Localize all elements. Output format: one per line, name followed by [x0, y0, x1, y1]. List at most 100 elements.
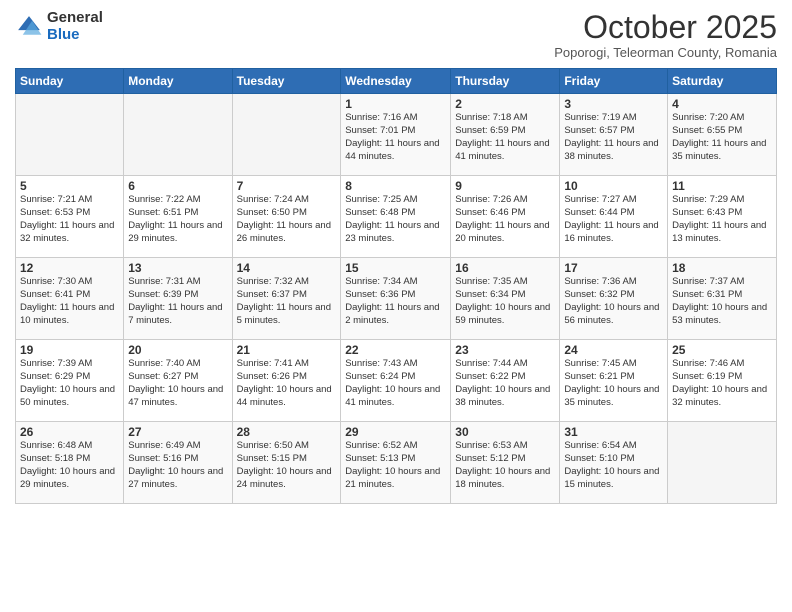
calendar-cell: 12Sunrise: 7:30 AM Sunset: 6:41 PM Dayli…	[16, 258, 124, 340]
calendar-cell: 2Sunrise: 7:18 AM Sunset: 6:59 PM Daylig…	[451, 94, 560, 176]
day-info: Sunrise: 7:44 AM Sunset: 6:22 PM Dayligh…	[455, 358, 555, 409]
calendar-cell: 16Sunrise: 7:35 AM Sunset: 6:34 PM Dayli…	[451, 258, 560, 340]
calendar-cell: 7Sunrise: 7:24 AM Sunset: 6:50 PM Daylig…	[232, 176, 341, 258]
day-info: Sunrise: 7:19 AM Sunset: 6:57 PM Dayligh…	[564, 112, 663, 163]
day-info: Sunrise: 7:32 AM Sunset: 6:37 PM Dayligh…	[237, 276, 337, 327]
day-info: Sunrise: 7:39 AM Sunset: 6:29 PM Dayligh…	[20, 358, 119, 409]
calendar-cell: 8Sunrise: 7:25 AM Sunset: 6:48 PM Daylig…	[341, 176, 451, 258]
day-number: 31	[564, 425, 663, 439]
calendar-cell: 22Sunrise: 7:43 AM Sunset: 6:24 PM Dayli…	[341, 340, 451, 422]
day-number: 10	[564, 179, 663, 193]
day-number: 7	[237, 179, 337, 193]
day-info: Sunrise: 7:26 AM Sunset: 6:46 PM Dayligh…	[455, 194, 555, 245]
page-header: General Blue October 2025 Poporogi, Tele…	[15, 10, 777, 60]
logo-icon	[15, 13, 43, 41]
calendar-cell: 27Sunrise: 6:49 AM Sunset: 5:16 PM Dayli…	[124, 422, 232, 504]
calendar-cell: 3Sunrise: 7:19 AM Sunset: 6:57 PM Daylig…	[560, 94, 668, 176]
calendar-cell: 5Sunrise: 7:21 AM Sunset: 6:53 PM Daylig…	[16, 176, 124, 258]
day-number: 16	[455, 261, 555, 275]
day-number: 23	[455, 343, 555, 357]
day-info: Sunrise: 6:50 AM Sunset: 5:15 PM Dayligh…	[237, 440, 337, 491]
calendar-cell: 1Sunrise: 7:16 AM Sunset: 7:01 PM Daylig…	[341, 94, 451, 176]
day-number: 11	[672, 179, 772, 193]
day-number: 19	[20, 343, 119, 357]
calendar-cell: 20Sunrise: 7:40 AM Sunset: 6:27 PM Dayli…	[124, 340, 232, 422]
day-number: 28	[237, 425, 337, 439]
day-number: 26	[20, 425, 119, 439]
calendar-cell: 24Sunrise: 7:45 AM Sunset: 6:21 PM Dayli…	[560, 340, 668, 422]
day-info: Sunrise: 7:27 AM Sunset: 6:44 PM Dayligh…	[564, 194, 663, 245]
day-info: Sunrise: 7:46 AM Sunset: 6:19 PM Dayligh…	[672, 358, 772, 409]
day-info: Sunrise: 7:45 AM Sunset: 6:21 PM Dayligh…	[564, 358, 663, 409]
calendar-cell	[16, 94, 124, 176]
calendar-week-row: 12Sunrise: 7:30 AM Sunset: 6:41 PM Dayli…	[16, 258, 777, 340]
day-info: Sunrise: 7:22 AM Sunset: 6:51 PM Dayligh…	[128, 194, 227, 245]
day-number: 14	[237, 261, 337, 275]
col-monday: Monday	[124, 69, 232, 94]
day-number: 9	[455, 179, 555, 193]
day-info: Sunrise: 7:20 AM Sunset: 6:55 PM Dayligh…	[672, 112, 772, 163]
calendar-cell: 19Sunrise: 7:39 AM Sunset: 6:29 PM Dayli…	[16, 340, 124, 422]
calendar-cell: 18Sunrise: 7:37 AM Sunset: 6:31 PM Dayli…	[668, 258, 777, 340]
calendar-header-row: Sunday Monday Tuesday Wednesday Thursday…	[16, 69, 777, 94]
day-number: 5	[20, 179, 119, 193]
calendar-cell: 14Sunrise: 7:32 AM Sunset: 6:37 PM Dayli…	[232, 258, 341, 340]
col-thursday: Thursday	[451, 69, 560, 94]
day-info: Sunrise: 7:40 AM Sunset: 6:27 PM Dayligh…	[128, 358, 227, 409]
day-number: 6	[128, 179, 227, 193]
calendar-cell: 21Sunrise: 7:41 AM Sunset: 6:26 PM Dayli…	[232, 340, 341, 422]
logo-blue: Blue	[47, 27, 103, 44]
day-number: 20	[128, 343, 227, 357]
day-info: Sunrise: 7:25 AM Sunset: 6:48 PM Dayligh…	[345, 194, 446, 245]
day-number: 25	[672, 343, 772, 357]
calendar-cell: 6Sunrise: 7:22 AM Sunset: 6:51 PM Daylig…	[124, 176, 232, 258]
day-info: Sunrise: 6:53 AM Sunset: 5:12 PM Dayligh…	[455, 440, 555, 491]
day-number: 15	[345, 261, 446, 275]
day-info: Sunrise: 7:36 AM Sunset: 6:32 PM Dayligh…	[564, 276, 663, 327]
day-number: 30	[455, 425, 555, 439]
logo-text: General Blue	[47, 10, 103, 43]
calendar-cell	[232, 94, 341, 176]
calendar-cell: 4Sunrise: 7:20 AM Sunset: 6:55 PM Daylig…	[668, 94, 777, 176]
day-number: 27	[128, 425, 227, 439]
calendar-cell	[668, 422, 777, 504]
day-info: Sunrise: 6:54 AM Sunset: 5:10 PM Dayligh…	[564, 440, 663, 491]
day-number: 3	[564, 97, 663, 111]
day-info: Sunrise: 7:16 AM Sunset: 7:01 PM Dayligh…	[345, 112, 446, 163]
calendar-week-row: 1Sunrise: 7:16 AM Sunset: 7:01 PM Daylig…	[16, 94, 777, 176]
calendar-cell: 15Sunrise: 7:34 AM Sunset: 6:36 PM Dayli…	[341, 258, 451, 340]
day-info: Sunrise: 7:37 AM Sunset: 6:31 PM Dayligh…	[672, 276, 772, 327]
day-number: 18	[672, 261, 772, 275]
col-tuesday: Tuesday	[232, 69, 341, 94]
day-info: Sunrise: 7:24 AM Sunset: 6:50 PM Dayligh…	[237, 194, 337, 245]
day-number: 13	[128, 261, 227, 275]
calendar-cell: 25Sunrise: 7:46 AM Sunset: 6:19 PM Dayli…	[668, 340, 777, 422]
calendar-week-row: 19Sunrise: 7:39 AM Sunset: 6:29 PM Dayli…	[16, 340, 777, 422]
day-number: 24	[564, 343, 663, 357]
day-info: Sunrise: 7:34 AM Sunset: 6:36 PM Dayligh…	[345, 276, 446, 327]
day-info: Sunrise: 7:18 AM Sunset: 6:59 PM Dayligh…	[455, 112, 555, 163]
day-info: Sunrise: 7:30 AM Sunset: 6:41 PM Dayligh…	[20, 276, 119, 327]
day-number: 21	[237, 343, 337, 357]
day-info: Sunrise: 6:52 AM Sunset: 5:13 PM Dayligh…	[345, 440, 446, 491]
col-friday: Friday	[560, 69, 668, 94]
day-info: Sunrise: 7:31 AM Sunset: 6:39 PM Dayligh…	[128, 276, 227, 327]
col-sunday: Sunday	[16, 69, 124, 94]
day-info: Sunrise: 6:49 AM Sunset: 5:16 PM Dayligh…	[128, 440, 227, 491]
calendar-cell: 9Sunrise: 7:26 AM Sunset: 6:46 PM Daylig…	[451, 176, 560, 258]
calendar-cell: 10Sunrise: 7:27 AM Sunset: 6:44 PM Dayli…	[560, 176, 668, 258]
day-info: Sunrise: 7:35 AM Sunset: 6:34 PM Dayligh…	[455, 276, 555, 327]
day-number: 8	[345, 179, 446, 193]
calendar-week-row: 5Sunrise: 7:21 AM Sunset: 6:53 PM Daylig…	[16, 176, 777, 258]
col-wednesday: Wednesday	[341, 69, 451, 94]
calendar-cell: 30Sunrise: 6:53 AM Sunset: 5:12 PM Dayli…	[451, 422, 560, 504]
logo: General Blue	[15, 10, 103, 43]
calendar-cell: 31Sunrise: 6:54 AM Sunset: 5:10 PM Dayli…	[560, 422, 668, 504]
day-number: 22	[345, 343, 446, 357]
logo-general: General	[47, 10, 103, 27]
day-number: 2	[455, 97, 555, 111]
day-number: 1	[345, 97, 446, 111]
location-subtitle: Poporogi, Teleorman County, Romania	[554, 45, 777, 60]
calendar-cell: 17Sunrise: 7:36 AM Sunset: 6:32 PM Dayli…	[560, 258, 668, 340]
calendar-table: Sunday Monday Tuesday Wednesday Thursday…	[15, 68, 777, 504]
